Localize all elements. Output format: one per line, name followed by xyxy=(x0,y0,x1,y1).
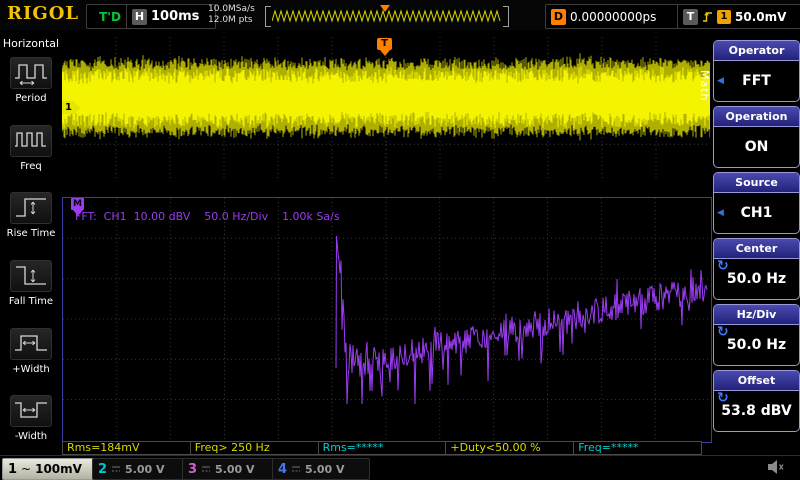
channel-2-status[interactable]: 2 5.00 V xyxy=(92,458,190,480)
sidebar-item-label: +Width xyxy=(12,363,50,375)
fft-trace xyxy=(63,198,709,440)
channel-1-number: 1 xyxy=(8,461,18,477)
horizontal-badge: H xyxy=(132,8,147,25)
sample-rate-value: 10.0MSa/s xyxy=(208,4,255,14)
trigger-level-value: 50.0mV xyxy=(735,9,787,24)
channel-2-scale: 5.00 V xyxy=(125,462,165,476)
timebase-value: 100ms xyxy=(151,9,200,24)
channel-1-scale: 100mV xyxy=(35,462,82,476)
sidebar-item-label: Fall Time xyxy=(8,296,54,308)
measurement-bar: Rms=184mV Freq> 250 Hz Rms=***** +Duty<5… xyxy=(62,441,702,455)
sidebar-item-label: Rise Time xyxy=(6,228,56,240)
menu-item-label: Offset xyxy=(714,371,799,391)
rigol-logo: RIGOL xyxy=(7,3,80,24)
left-arrow-icon: ◀ xyxy=(717,75,724,86)
channel-3-number: 3 xyxy=(188,461,198,477)
channel-1-status[interactable]: 1 ~ 100mV xyxy=(2,458,100,480)
left-arrow-icon: ◀ xyxy=(717,207,724,218)
measure-sidebar: Horizontal Period Freq Rise Time Fall Ti… xyxy=(0,30,62,456)
channel-3-coupling-icon xyxy=(202,466,211,472)
waveform-preview-strip xyxy=(265,5,509,27)
channel-1-coupling-icon: ~ xyxy=(21,462,32,476)
menu-item-operator[interactable]: Operator ◀ FFT xyxy=(713,40,800,102)
trigger-edge-icon xyxy=(703,11,712,22)
horizontal-timebase-box[interactable]: H 100ms xyxy=(126,4,216,29)
measurement-rms-ch2: Rms=***** xyxy=(317,441,447,455)
minus-width-icon xyxy=(10,395,52,428)
menu-item-value: 50.0 Hz xyxy=(726,336,787,353)
sound-muted-icon xyxy=(766,459,784,479)
menu-item-center[interactable]: Center ↻ 50.0 Hz xyxy=(713,238,800,300)
menu-item-offset[interactable]: Offset ↻ 53.8 dBV xyxy=(713,370,800,432)
trigger-info-box[interactable]: T 1 50.0mV xyxy=(677,4,800,29)
menu-item-hzdiv[interactable]: Hz/Div ↻ 50.0 Hz xyxy=(713,304,800,366)
sidebar-item-label: -Width xyxy=(14,431,48,443)
menu-item-value: 50.0 Hz xyxy=(726,270,787,287)
plus-width-icon xyxy=(10,327,52,360)
menu-item-value: CH1 xyxy=(740,204,773,221)
period-icon xyxy=(10,57,52,89)
measurement-rms-ch1: Rms=184mV xyxy=(62,441,191,455)
rise-time-icon xyxy=(10,192,52,225)
memory-depth-value: 12.0M pts xyxy=(208,15,253,25)
channel-3-scale: 5.00 V xyxy=(215,462,255,476)
trigger-position-marker[interactable]: T xyxy=(377,38,392,56)
top-status-bar: RIGOL T'D H 100ms 10.0MSa/s 12.0M pts D … xyxy=(0,0,800,30)
channel-2-number: 2 xyxy=(98,461,108,477)
oscilloscope-screen: RIGOL T'D H 100ms 10.0MSa/s 12.0M pts D … xyxy=(0,0,800,480)
menu-item-label: Hz/Div xyxy=(714,305,799,325)
rotate-knob-icon: ↻ xyxy=(717,324,729,340)
channel-4-status[interactable]: 4 5.00 V xyxy=(272,458,370,480)
sidebar-item-neg-width[interactable]: -Width xyxy=(3,388,59,456)
menu-item-label: Operator xyxy=(714,41,799,61)
measurement-freq-ch1: Freq> 250 Hz xyxy=(189,441,319,455)
sidebar-item-label: Period xyxy=(15,93,47,104)
measurement-freq-ch2: Freq=***** xyxy=(573,441,702,455)
sidebar-item-pos-width[interactable]: +Width xyxy=(3,321,59,389)
ch1-level-marker[interactable]: 1 xyxy=(62,101,81,114)
menu-item-label: Operation xyxy=(714,107,799,127)
channel-status-bar: 1 ~ 100mV 2 5.00 V 3 5.00 V 4 5.00 V xyxy=(0,455,800,480)
delay-value: 0.00000000ps xyxy=(570,9,657,24)
channel-4-scale: 5.00 V xyxy=(305,462,345,476)
fall-time-icon xyxy=(10,260,52,293)
preview-left-bracket xyxy=(265,6,271,27)
sidebar-item-fall-time[interactable]: Fall Time xyxy=(3,253,59,321)
menu-item-label: Source xyxy=(714,173,799,193)
delay-badge: D xyxy=(551,8,566,25)
acquisition-stats: 10.0MSa/s 12.0M pts xyxy=(208,4,255,26)
menu-item-value: ON xyxy=(744,138,769,155)
channel-2-coupling-icon xyxy=(112,466,121,472)
channel-4-coupling-icon xyxy=(292,466,301,472)
menu-item-label: Center xyxy=(714,239,799,259)
rotate-knob-icon: ↻ xyxy=(717,258,729,274)
preview-right-bracket xyxy=(503,6,509,27)
fft-settings-readout: FFT: CH1 10.00 dBV 50.0 Hz/Div 1.00k Sa/… xyxy=(75,210,340,223)
sidebar-title: Horizontal xyxy=(2,37,60,50)
menu-item-value: FFT xyxy=(742,72,771,89)
sidebar-item-rise-time[interactable]: Rise Time xyxy=(3,185,59,253)
channel-3-status[interactable]: 3 5.00 V xyxy=(182,458,280,480)
measurement-duty-ch1: +Duty<50.00 % xyxy=(445,441,575,455)
sidebar-item-period[interactable]: Period xyxy=(3,50,59,118)
menu-item-value: 53.8 dBV xyxy=(721,402,792,419)
fft-display-area: FFT: CH1 10.00 dBV 50.0 Hz/Div 1.00k Sa/… xyxy=(62,197,712,443)
menu-item-operation[interactable]: Operation ON xyxy=(713,106,800,168)
math-menu-tab[interactable]: Math xyxy=(698,70,711,102)
sidebar-item-freq[interactable]: Freq xyxy=(3,118,59,186)
sidebar-item-label: Freq xyxy=(20,160,42,172)
math-channel-marker[interactable]: M xyxy=(71,198,84,216)
channel-4-number: 4 xyxy=(278,461,288,477)
menu-item-source[interactable]: Source ◀ CH1 xyxy=(713,172,800,234)
freq-icon xyxy=(10,124,52,157)
preview-trigger-marker xyxy=(380,5,390,17)
trigger-source-badge: 1 xyxy=(717,9,731,24)
delay-readout-box: D 0.00000000ps xyxy=(545,4,681,29)
rotate-knob-icon: ↻ xyxy=(717,390,729,406)
trigger-badge: T xyxy=(683,8,698,25)
